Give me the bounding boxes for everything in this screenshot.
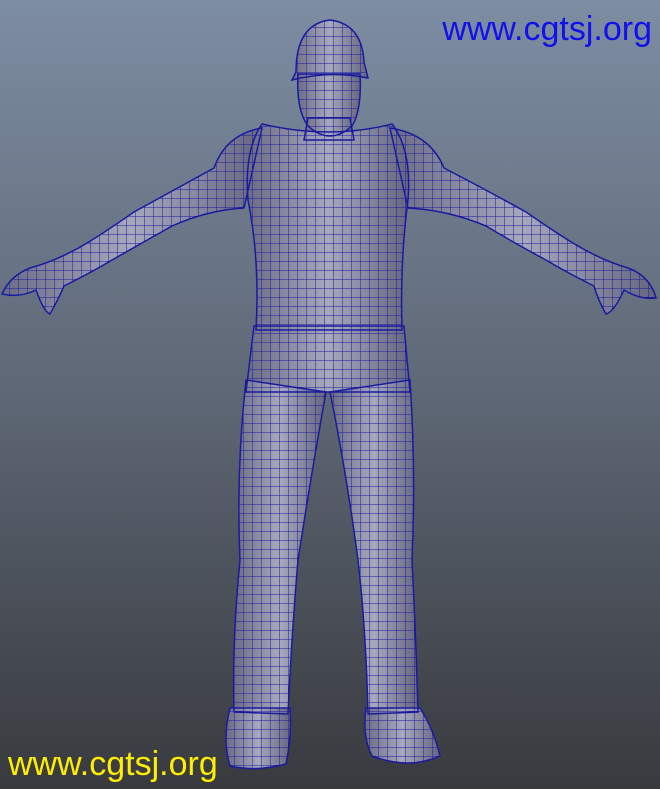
viewport-background: www.cgtsj.org www.cgtsj.org [0, 0, 660, 789]
character-wireframe-model [1, 19, 657, 770]
watermark-top-right: www.cgtsj.org [442, 10, 652, 48]
watermark-bottom-left: www.cgtsj.org [8, 745, 218, 783]
